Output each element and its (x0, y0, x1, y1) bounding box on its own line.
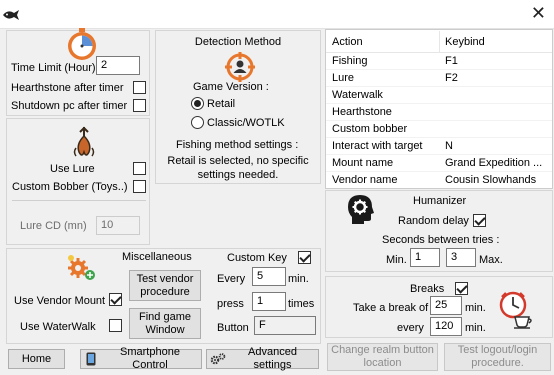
classic-wotlk-option-label: Classic/WOTLK (207, 117, 285, 129)
test-logout-login-button[interactable]: Test logout/login procedure. (444, 343, 551, 371)
change-realm-button-location-button[interactable]: Change realm button location (327, 343, 438, 371)
time-limit-label: Time Limit (Hour) (11, 62, 96, 74)
table-row[interactable]: Interact with target N (326, 138, 552, 155)
lure-icon (73, 126, 95, 157)
table-row[interactable]: Hearthstone (326, 104, 552, 121)
seconds-between-tries-label: Seconds between tries : (382, 234, 500, 246)
use-lure-label: Use Lure (50, 163, 95, 175)
custom-key-press-count-input[interactable]: 1 (252, 292, 286, 311)
break-interval-unit: min. (465, 322, 486, 334)
head-gear-icon (348, 195, 374, 224)
time-limit-input[interactable]: 2 (96, 56, 140, 75)
fishing-bot-app-icon (3, 10, 19, 20)
breaks-checkbox[interactable] (455, 282, 468, 295)
random-delay-label: Random delay (398, 215, 469, 227)
keybind-cell[interactable]: Grand Expedition ... (445, 157, 549, 169)
shutdown-after-timer-checkbox[interactable] (133, 99, 146, 112)
action-cell: Vendor name (332, 174, 398, 186)
custom-key-min-unit: min. (288, 273, 309, 285)
custom-key-button-input[interactable]: F (254, 316, 316, 335)
fishing-method-settings-text: Retail is selected, no specific settings… (167, 155, 309, 181)
action-column-header[interactable]: Action (332, 36, 440, 48)
use-lure-checkbox[interactable] (133, 162, 146, 175)
hearthstone-after-timer-checkbox[interactable] (133, 81, 146, 94)
lure-cd-label: Lure CD (mn) (20, 220, 87, 232)
lure-cd-input[interactable]: 10 (96, 216, 140, 235)
random-delay-checkbox[interactable] (473, 214, 486, 227)
breaks-label: Breaks (410, 283, 445, 295)
table-row[interactable]: Fishing F1 (326, 53, 552, 70)
max-delay-input[interactable]: 3 (446, 248, 476, 267)
table-row[interactable]: Waterwalk (326, 87, 552, 104)
retail-radio[interactable] (191, 97, 204, 110)
action-cell: Lure (332, 72, 355, 84)
custom-bobber-label: Custom Bobber (Toys..) (12, 181, 128, 193)
take-break-label: Take a break of (353, 302, 429, 314)
break-every-label: every (397, 322, 424, 334)
target-crosshair-icon (225, 52, 255, 82)
table-row[interactable]: Lure F2 (326, 70, 552, 87)
action-cell: Waterwalk (332, 89, 383, 101)
smartphone-icon (86, 352, 96, 366)
custom-bobber-checkbox[interactable] (133, 180, 146, 193)
keybind-column-header[interactable]: Keybind (445, 36, 549, 48)
custom-key-every-label: Every (217, 273, 246, 285)
keybind-cell[interactable]: Cousin Slowhands (445, 174, 549, 186)
custom-key-times-unit: times (288, 298, 315, 310)
retail-option-label: Retail (207, 98, 236, 110)
break-duration-unit: min. (465, 302, 486, 314)
stopwatch-icon (68, 28, 96, 60)
max-delay-label: Max. (479, 254, 503, 266)
action-cell: Fishing (332, 55, 368, 67)
hearthstone-after-timer-label: Hearthstone after timer (11, 82, 124, 94)
break-clock-coffee-icon (499, 291, 532, 329)
miscellaneous-title: Miscellaneous (122, 251, 192, 263)
use-vendor-mount-label: Use Vendor Mount (14, 295, 106, 307)
find-game-window-button[interactable]: Find game Window (129, 308, 201, 339)
test-vendor-procedure-button[interactable]: Test vendor procedure (129, 270, 201, 301)
humanizer-title: Humanizer (413, 195, 467, 207)
table-row[interactable]: Custom bobber (326, 121, 552, 138)
custom-key-press-label: press (217, 298, 244, 310)
shutdown-after-timer-label: Shutdown pc after timer (11, 100, 128, 112)
min-delay-label: Min. (386, 254, 407, 266)
action-cell: Hearthstone (332, 106, 392, 118)
action-cell: Interact with target (332, 140, 423, 152)
keybind-cell[interactable]: N (445, 140, 549, 152)
table-row[interactable]: Mount name Grand Expedition ... (326, 155, 552, 172)
min-delay-input[interactable]: 1 (410, 248, 440, 267)
keybind-table: Action Keybind Fishing F1 Lure F2 Waterw… (325, 29, 553, 189)
action-cell: Custom bobber (332, 123, 408, 135)
table-row[interactable]: Vendor name Cousin Slowhands (326, 172, 552, 189)
smartphone-control-button[interactable]: Smartphone Control (80, 346, 202, 371)
gears-icon (210, 353, 226, 365)
classic-wotlk-radio[interactable] (191, 116, 204, 129)
detection-method-title: Detection Method (194, 36, 282, 48)
close-window-button[interactable]: ✕ (531, 3, 546, 23)
keybind-cell[interactable]: F2 (445, 72, 549, 84)
title-bar (0, 0, 554, 28)
keybind-cell[interactable]: F1 (445, 55, 549, 67)
fishing-method-settings-label: Fishing method settings : (176, 139, 299, 151)
settings-gears-icon (68, 255, 95, 280)
use-waterwalk-checkbox[interactable] (109, 319, 122, 332)
use-vendor-mount-checkbox[interactable] (109, 293, 122, 306)
custom-key-checkbox[interactable] (298, 251, 311, 264)
header-column-divider (439, 31, 440, 53)
game-version-label: Game Version : (193, 81, 269, 93)
lure-divider (12, 200, 146, 201)
break-duration-input[interactable]: 25 (430, 296, 462, 315)
home-button[interactable]: Home (8, 349, 65, 369)
use-waterwalk-label: Use WaterWalk (20, 321, 96, 333)
action-cell: Mount name (332, 157, 394, 169)
break-interval-input[interactable]: 120 (430, 317, 462, 336)
custom-key-label: Custom Key (227, 252, 287, 264)
custom-key-interval-input[interactable]: 5 (252, 267, 286, 286)
advanced-settings-label: Advanced settings (248, 346, 297, 371)
custom-key-button-label: Button (217, 322, 249, 334)
advanced-settings-button[interactable]: Advanced settings (206, 346, 319, 371)
smartphone-control-label: Smartphone Control (120, 346, 180, 371)
